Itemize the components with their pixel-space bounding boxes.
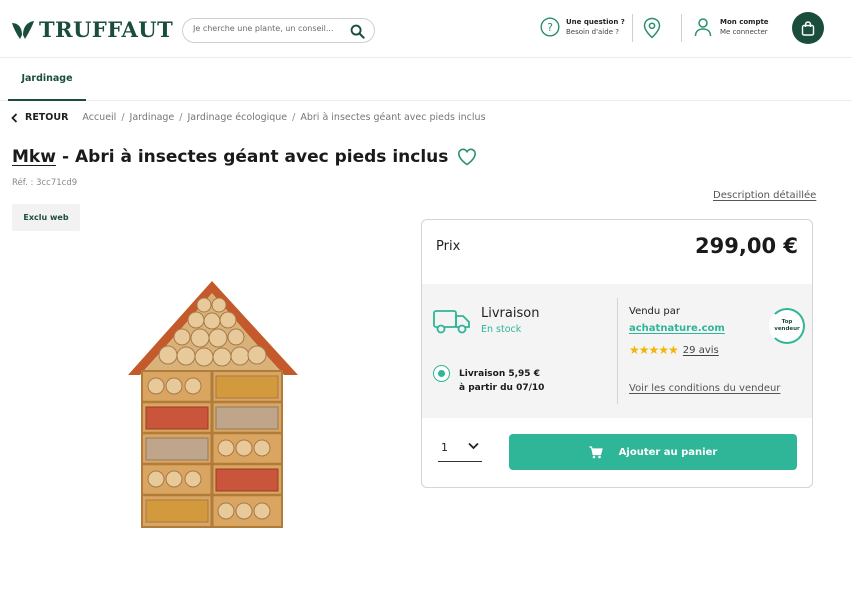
search-bar[interactable] — [182, 18, 375, 43]
stock-status: En stock — [481, 324, 522, 335]
help-link[interactable]: ? Une question ? Besoin d'aide ? — [540, 17, 625, 37]
page-title: Mkw - Abri à insectes géant avec pieds i… — [12, 147, 477, 167]
sold-by-label: Vendu par — [629, 306, 681, 317]
svg-text:?: ? — [547, 21, 553, 34]
product-name: Abri à insectes géant avec pieds inclus — [75, 147, 449, 167]
insect-hotel-image[interactable] — [120, 275, 305, 533]
help-subtitle: Besoin d'aide ? — [566, 28, 619, 36]
exclusive-badge: Exclu web — [12, 204, 80, 231]
account-subtitle: Me connecter — [720, 28, 768, 36]
seller-rating: ★★★★★ 29 avis — [629, 343, 719, 357]
description-link[interactable]: Description détaillée — [713, 190, 816, 201]
price-value: 299,00 € — [695, 234, 798, 258]
breadcrumb-separator: / — [121, 112, 125, 123]
location-pin-icon[interactable] — [642, 17, 662, 39]
breadcrumb-item-accueil[interactable]: Accueil — [82, 112, 116, 123]
back-label: RETOUR — [25, 112, 69, 123]
top-seller-badge: Top vendeur — [769, 308, 805, 344]
seller-conditions-link[interactable]: Voir les conditions du vendeur — [629, 383, 780, 394]
delivery-option-radio[interactable] — [433, 365, 450, 382]
delivery-truck-icon — [433, 310, 470, 334]
top-seller-line2: vendeur — [774, 326, 800, 332]
help-title: Une question ? — [566, 18, 625, 26]
delivery-seller-panel: Livraison En stock Livraison 5,95 € à pa… — [422, 284, 812, 418]
cart-plus-icon — [589, 445, 603, 458]
user-icon — [694, 18, 712, 37]
search-input[interactable] — [193, 24, 343, 33]
star-rating-icon: ★★★★★ — [629, 343, 679, 357]
account-title: Mon compte — [720, 18, 769, 26]
heart-icon[interactable] — [457, 148, 477, 166]
breadcrumb-item-jardinage-ecologique[interactable]: Jardinage écologique — [187, 112, 287, 123]
divider — [632, 14, 633, 42]
breadcrumb-separator: / — [292, 112, 296, 123]
add-to-cart-label: Ajouter au panier — [618, 446, 718, 458]
leaf-logo-icon — [12, 20, 34, 39]
panel-divider — [617, 298, 618, 404]
breadcrumb-item-current: Abri à insectes géant avec pieds inclus — [300, 112, 486, 123]
chevron-left-icon — [11, 112, 18, 123]
delivery-option-price: Livraison 5,95 € — [459, 369, 540, 379]
price-label: Prix — [436, 239, 461, 254]
shopping-bag-icon — [801, 20, 815, 36]
reviews-link[interactable]: 29 avis — [683, 345, 719, 356]
truffaut-logo[interactable]: TRUFFAUT — [10, 17, 173, 42]
add-to-cart-button[interactable]: Ajouter au panier — [509, 434, 797, 470]
delivery-option-label[interactable]: Livraison 5,95 € à partir du 07/10 — [459, 367, 544, 395]
product-reference: Réf. : 3cc71cd9 — [12, 178, 78, 188]
breadcrumb: RETOUR Accueil / Jardinage / Jardinage é… — [11, 112, 486, 123]
quantity-select[interactable]: 1 — [438, 432, 482, 462]
account-link[interactable]: Mon compte Me connecter — [694, 17, 769, 37]
title-separator: - — [61, 147, 69, 167]
back-button[interactable]: RETOUR — [11, 112, 68, 123]
breadcrumb-separator: / — [179, 112, 183, 123]
question-icon: ? — [540, 17, 560, 37]
divider — [681, 14, 682, 42]
seller-link[interactable]: achatnature.com — [629, 323, 725, 334]
delivery-option-date: à partir du 07/10 — [459, 383, 545, 393]
main-nav: Jardinage — [0, 58, 852, 101]
buy-box: Prix 299,00 € Livraison En stock Livrais… — [421, 219, 813, 488]
quantity-value: 1 — [441, 441, 448, 454]
logo-text: TRUFFAUT — [39, 17, 174, 42]
site-header: TRUFFAUT ? Une question ? Besoin d'aide … — [0, 0, 852, 58]
breadcrumb-item-jardinage[interactable]: Jardinage — [130, 112, 175, 123]
delivery-title: Livraison — [481, 306, 540, 321]
brand-link[interactable]: Mkw — [12, 147, 56, 167]
chevron-down-icon — [468, 442, 479, 450]
search-icon[interactable] — [350, 24, 365, 39]
top-seller-line1: Top — [781, 319, 793, 325]
cart-button[interactable] — [792, 12, 824, 44]
tab-jardinage[interactable]: Jardinage — [8, 58, 86, 101]
